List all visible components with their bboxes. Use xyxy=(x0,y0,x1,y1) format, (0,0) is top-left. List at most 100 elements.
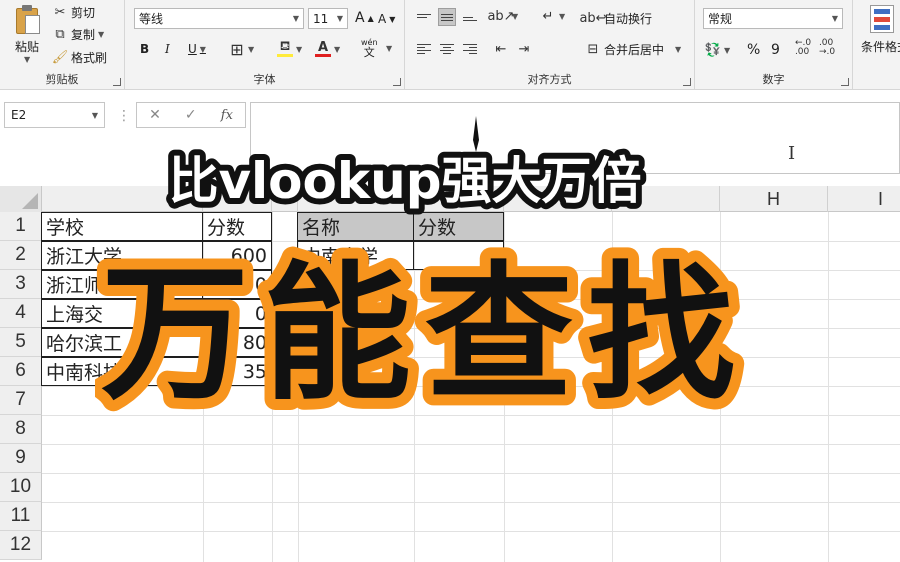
text-direction-icon: ↵ xyxy=(542,8,554,24)
increase-indent-icon: ⇥ xyxy=(518,41,530,57)
format-painter-button[interactable]: 🖌 格式刷 xyxy=(52,49,107,66)
name-box[interactable]: E2 ▼ xyxy=(4,102,105,128)
ribbon: 粘贴 ▼ ✂ 剪切 ⧉ 复制 ▼ 🖌 格式刷 剪贴板 等线 ▼ 11 ▼ A ▲ A ▼ xyxy=(0,0,900,90)
comma-style-button[interactable]: 9 xyxy=(771,42,780,58)
styles-group: 条件格式 xyxy=(853,0,900,90)
row-header-5[interactable]: 5 xyxy=(0,328,42,357)
align-middle-icon[interactable] xyxy=(438,8,456,26)
enter-icon[interactable]: ✓ xyxy=(185,107,197,123)
number-group: 常规 ▼ 💱 ▼ % 9 ←.0.00 .00 →.0 数字 xyxy=(695,0,853,90)
row-header-4[interactable]: 4 xyxy=(0,299,42,328)
copy-label: 复制 xyxy=(71,28,96,42)
phonetic-dropdown[interactable]: ▼ xyxy=(386,44,392,53)
row-header-2[interactable]: 2 xyxy=(0,241,42,270)
row-header-9[interactable]: 9 xyxy=(0,444,42,473)
title-main-banner: 万能查找 万能查找 xyxy=(95,245,746,425)
row-header-12[interactable]: 12 xyxy=(0,531,42,560)
alignment-launcher-icon[interactable] xyxy=(683,78,691,86)
indent-direction-button[interactable]: ↵ ▼ xyxy=(540,8,566,24)
clipboard-group: 粘贴 ▼ ✂ 剪切 ⧉ 复制 ▼ 🖌 格式刷 剪贴板 xyxy=(0,0,125,90)
paste-label: 粘贴 xyxy=(15,40,40,54)
name-box-value: E2 xyxy=(11,108,27,122)
title-top-text: 比vlookup强大万倍 xyxy=(168,152,641,210)
bold-icon: B xyxy=(140,42,150,56)
clipboard-launcher-icon[interactable] xyxy=(113,78,121,86)
row-header-1[interactable]: 1 xyxy=(0,212,42,241)
fill-color-button[interactable]: ⛾ ▼ xyxy=(277,39,302,57)
conditional-format-icon[interactable] xyxy=(870,5,894,33)
align-top-icon[interactable] xyxy=(415,8,433,26)
decrease-indent-icon: ⇤ xyxy=(495,41,507,57)
decrease-decimal-button[interactable]: .00 →.0 xyxy=(818,38,836,57)
merge-center-button[interactable]: ⊟ 合并后居中 ▼ xyxy=(585,41,682,58)
text-orientation-icon: ab↗ xyxy=(487,8,515,24)
comma-icon: 9 xyxy=(771,42,780,58)
percent-button[interactable]: % xyxy=(747,42,760,58)
select-all-button[interactable] xyxy=(0,186,42,212)
shrink-font-icon: A xyxy=(378,12,387,26)
align-bottom-icon[interactable] xyxy=(461,8,479,26)
paste-dropdown[interactable]: ▼ xyxy=(24,55,30,64)
align-right-icon[interactable] xyxy=(461,40,479,58)
increase-indent-button[interactable]: ⇥ xyxy=(516,41,532,57)
number-format-value: 常规 xyxy=(708,12,733,26)
font-name-value: 等线 xyxy=(139,12,164,26)
row-header-10[interactable]: 10 xyxy=(0,473,42,502)
cancel-icon[interactable]: ✕ xyxy=(149,107,161,123)
grow-font-icon: A xyxy=(355,10,365,26)
wrap-text-button[interactable]: ab↩ 自动换行 xyxy=(579,10,653,27)
font-size-select[interactable]: 11 ▼ xyxy=(308,8,348,29)
number-format-select[interactable]: 常规 ▼ xyxy=(703,8,843,29)
conditional-format-button[interactable]: 条件格式 xyxy=(861,38,900,55)
paste-icon[interactable] xyxy=(14,4,42,36)
cut-button[interactable]: ✂ 剪切 xyxy=(52,4,95,21)
copy-icon: ⧉ xyxy=(55,27,65,42)
row-header-8[interactable]: 8 xyxy=(0,415,42,444)
clipboard-group-label: 剪贴板 xyxy=(45,73,79,86)
grow-font-button[interactable]: A ▲ xyxy=(355,10,374,26)
italic-button[interactable]: I xyxy=(165,42,170,56)
row-header-11[interactable]: 11 xyxy=(0,502,42,531)
column-header-i[interactable]: I xyxy=(828,186,900,212)
paint-bucket-icon: ⛾ xyxy=(277,39,293,57)
font-name-select[interactable]: 等线 ▼ xyxy=(134,8,304,29)
increase-decimal-button[interactable]: ←.0.00 xyxy=(794,38,812,57)
cut-label: 剪切 xyxy=(71,6,96,20)
font-color-button[interactable]: A ▼ xyxy=(315,40,340,57)
row-header-7[interactable]: 7 xyxy=(0,386,42,415)
insert-function-icon[interactable]: fx xyxy=(221,108,233,123)
phonetic-button[interactable]: wén 文 xyxy=(361,38,378,58)
accounting-format-button[interactable]: 💱 ▼ xyxy=(705,42,730,58)
format-painter-label: 格式刷 xyxy=(71,51,108,65)
font-launcher-icon[interactable] xyxy=(393,78,401,86)
scissors-icon: ✂ xyxy=(54,5,66,20)
align-left-icon[interactable] xyxy=(415,40,433,58)
row-header-3[interactable]: 3 xyxy=(0,270,42,299)
increase-decimal-icon: ←.0.00 xyxy=(794,38,812,57)
decrease-decimal-icon: .00 →.0 xyxy=(818,38,836,57)
wrap-text-icon: ab↩ xyxy=(579,11,607,26)
paste-button[interactable]: 粘贴 xyxy=(15,38,39,55)
phonetic-icon: 文 xyxy=(363,46,375,59)
underline-button[interactable]: U ▼ xyxy=(188,42,206,56)
bold-button[interactable]: B xyxy=(140,42,149,56)
column-header-h[interactable]: H xyxy=(720,186,828,212)
drag-handle-icon[interactable]: ⋮ xyxy=(117,108,131,124)
formula-controls: ✕ ✓ fx xyxy=(136,102,246,128)
italic-icon: I xyxy=(165,42,170,56)
title-top-banner: 比vlookup强大万倍 比vlookup强大万倍 xyxy=(162,146,647,216)
borders-button[interactable]: ⊞ ▼ xyxy=(229,40,254,59)
shrink-font-button[interactable]: A ▼ xyxy=(378,12,395,26)
copy-button[interactable]: ⧉ 复制 ▼ xyxy=(52,26,104,43)
font-group: 等线 ▼ 11 ▼ A ▲ A ▼ B I U ▼ ⊞ ▼ ⛾ ▼ A ▼ wén 文 ▼ 字体 xyxy=(125,0,405,90)
orientation-button[interactable]: ab↗ ▼ xyxy=(487,8,518,24)
align-center-icon[interactable] xyxy=(438,40,456,58)
row-header-6[interactable]: 6 xyxy=(0,357,42,386)
decrease-indent-button[interactable]: ⇤ xyxy=(493,41,509,57)
wrap-text-label: 自动换行 xyxy=(604,12,653,26)
number-group-label: 数字 xyxy=(762,73,785,86)
underline-icon: U xyxy=(188,42,197,56)
number-launcher-icon[interactable] xyxy=(841,78,849,86)
alignment-group-label: 对齐方式 xyxy=(527,73,572,86)
merge-center-label: 合并后居中 xyxy=(604,43,665,57)
